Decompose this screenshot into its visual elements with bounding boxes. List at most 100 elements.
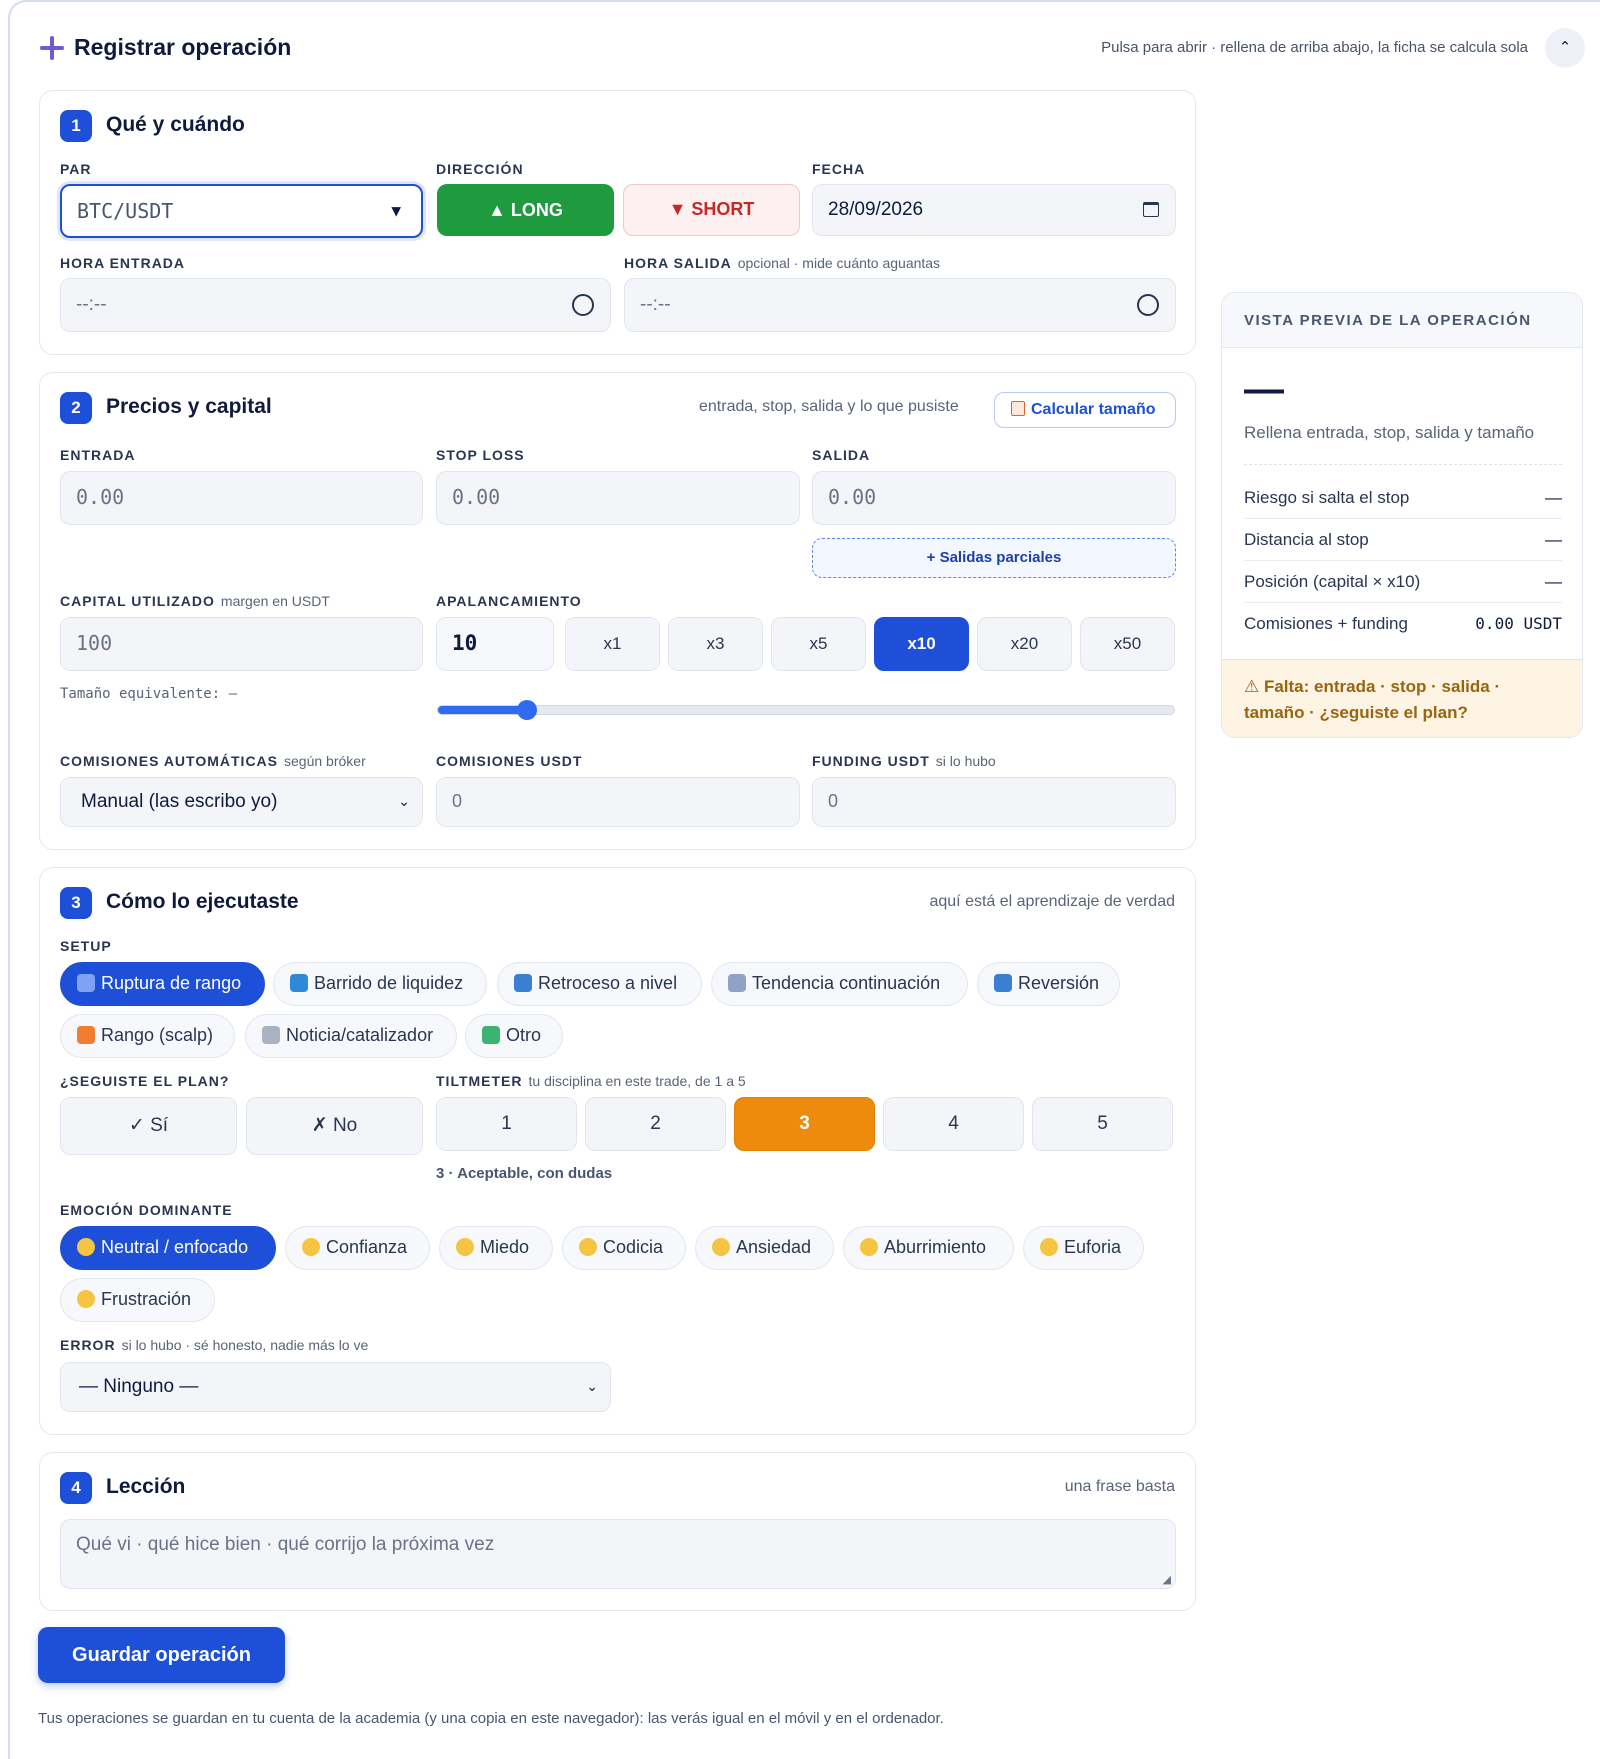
leverage-option-x1[interactable]: x1: [565, 617, 660, 671]
tiltmeter-option-4[interactable]: 4: [883, 1097, 1024, 1151]
emotion-option[interactable]: Confianza: [285, 1226, 430, 1270]
preview-row-label: Posición (capital × x10): [1244, 572, 1421, 591]
leverage-option-x50[interactable]: x50: [1080, 617, 1175, 671]
section-title: Qué y cuándo: [106, 113, 245, 136]
stop-loss-input[interactable]: 0.00: [436, 471, 800, 525]
section-hint: entrada, stop, salida y lo que pusiste: [699, 398, 959, 415]
entry-label: ENTRADA: [60, 447, 136, 463]
funding-label: FUNDING USDT si lo hubo: [812, 753, 996, 769]
entry-time-label: HORA ENTRADA: [60, 255, 186, 271]
setup-option[interactable]: Rango (scalp): [60, 1014, 235, 1058]
tiltmeter-label: TILTMETER tu disciplina en este trade, de…: [436, 1073, 746, 1089]
funding-input[interactable]: 0: [812, 777, 1176, 827]
error-select[interactable]: — Ninguno — ⌄: [60, 1362, 611, 1412]
clock-icon[interactable]: [1137, 294, 1159, 316]
emotion-option[interactable]: Codicia: [562, 1226, 686, 1270]
form-header[interactable]: Registrar operación Pulsa para abrir · r…: [40, 28, 1585, 68]
emotion-option[interactable]: Euforia: [1023, 1226, 1144, 1270]
resize-handle-icon[interactable]: ◢: [1163, 1573, 1171, 1586]
leverage-slider-thumb[interactable]: [516, 700, 537, 720]
emoji-icon: [860, 1238, 878, 1256]
fees-input[interactable]: 0: [436, 777, 800, 827]
setup-option[interactable]: Retroceso a nivel: [497, 962, 702, 1006]
emotion-option[interactable]: Miedo: [439, 1226, 553, 1270]
preview-row-label: Riesgo si salta el stop: [1244, 488, 1410, 507]
plan-no-button[interactable]: ✗ No: [246, 1097, 423, 1155]
setup-option[interactable]: Otro: [465, 1014, 563, 1058]
section-prices-capital: 2 Precios y capital entrada, stop, salid…: [39, 372, 1196, 850]
preview-row-value: —: [1545, 488, 1562, 507]
leverage-option-x20[interactable]: x20: [977, 617, 1072, 671]
setup-option[interactable]: Barrido de liquidez: [273, 962, 487, 1006]
date-input[interactable]: 28/09/2026: [812, 184, 1176, 236]
trade-preview-panel: VISTA PREVIA DE LA OPERACIÓN — Rellena e…: [1221, 292, 1583, 738]
preview-row-label: Distancia al stop: [1244, 530, 1369, 549]
emoji-icon: [456, 1238, 474, 1256]
auto-fees-select[interactable]: Manual (las escribo yo) ⌄: [60, 777, 423, 827]
setup-option[interactable]: Ruptura de rango: [60, 962, 265, 1006]
emoji-icon: [77, 1238, 95, 1256]
preview-row: Comisiones + funding 0.00 USDT: [1244, 603, 1562, 645]
emoji-icon: [1040, 1238, 1058, 1256]
step-badge: 4: [60, 1472, 92, 1504]
section-title: Cómo lo ejecutaste: [106, 890, 299, 913]
emotion-option[interactable]: Ansiedad: [695, 1226, 834, 1270]
par-select[interactable]: BTC/USDT ▼: [60, 184, 423, 238]
calc-size-button[interactable]: Calcular tamaño: [994, 392, 1176, 428]
emoji-icon: [579, 1238, 597, 1256]
leverage-option-x3[interactable]: x3: [668, 617, 763, 671]
setup-option[interactable]: Noticia/catalizador: [245, 1014, 457, 1058]
emotion-label: EMOCIÓN DOMINANTE: [60, 1202, 233, 1218]
footer-note: Tus operaciones se guardan en tu cuenta …: [38, 1710, 944, 1727]
emotion-option[interactable]: Frustración: [60, 1278, 215, 1322]
save-button[interactable]: Guardar operación: [38, 1627, 285, 1683]
page-title: Registrar operación: [74, 34, 292, 60]
section-what-when: 1 Qué y cuándo PAR BTC/USDT ▼ DIRECCIÓN …: [39, 90, 1196, 355]
short-button[interactable]: ▼ SHORT: [623, 184, 800, 236]
calendar-icon[interactable]: [1143, 202, 1159, 217]
entry-price-input[interactable]: 0.00: [60, 471, 423, 525]
tiltmeter-option-5[interactable]: 5: [1032, 1097, 1173, 1151]
exit-time-label: HORA SALIDA opcional · mide cuánto aguant…: [624, 255, 941, 271]
auto-fees-label: COMISIONES AUTOMÁTICAS según bróker: [60, 753, 366, 769]
setup-icon: [482, 1026, 500, 1044]
caret-down-icon: ▼: [391, 201, 401, 220]
leverage-option-x5[interactable]: x5: [771, 617, 866, 671]
long-button[interactable]: ▲ LONG: [437, 184, 614, 236]
equivalent-size: Tamaño equivalente: —: [60, 686, 238, 702]
exit-time-input[interactable]: --:--: [624, 278, 1176, 332]
chevron-up-icon: ⌃: [1558, 39, 1572, 56]
preview-divider: [1244, 464, 1562, 465]
setup-option[interactable]: Reversión: [977, 962, 1120, 1006]
lesson-textarea[interactable]: Qué vi · qué hice bien · qué corrijo la …: [60, 1519, 1176, 1589]
exit-price-input[interactable]: 0.00: [812, 471, 1176, 525]
setup-option[interactable]: Tendencia continuación: [711, 962, 968, 1006]
emotion-option[interactable]: Neutral / enfocado: [60, 1226, 276, 1270]
plus-icon: [40, 36, 64, 60]
leverage-option-x10[interactable]: x10: [874, 617, 969, 671]
entry-time-input[interactable]: --:--: [60, 278, 611, 332]
plan-label: ¿SEGUISTE EL PLAN?: [60, 1073, 230, 1089]
capital-input[interactable]: 100: [60, 617, 423, 671]
tiltmeter-caption: 3 · Aceptable, con dudas: [436, 1165, 613, 1182]
header-hint: Pulsa para abrir · rellena de arriba aba…: [1101, 39, 1528, 56]
preview-row-label: Comisiones + funding: [1244, 614, 1408, 633]
preview-result: —: [1244, 367, 1284, 411]
setup-icon: [77, 974, 95, 992]
section-title: Precios y capital: [106, 395, 272, 418]
tiltmeter-option-2[interactable]: 2: [585, 1097, 726, 1151]
step-badge: 2: [60, 392, 92, 424]
tiltmeter-option-1[interactable]: 1: [436, 1097, 577, 1151]
plan-yes-button[interactable]: ✓ Sí: [60, 1097, 237, 1155]
leverage-input[interactable]: 10: [436, 617, 554, 671]
tiltmeter-option-3[interactable]: 3: [734, 1097, 875, 1151]
collapse-button[interactable]: ⌃: [1545, 28, 1585, 68]
setup-icon: [290, 974, 308, 992]
leverage-slider[interactable]: [437, 700, 1175, 720]
clock-icon[interactable]: [572, 294, 594, 316]
emoji-icon: [712, 1238, 730, 1256]
emoji-icon: [302, 1238, 320, 1256]
partial-exits-button[interactable]: + Salidas parciales: [812, 538, 1176, 578]
direction-label: DIRECCIÓN: [436, 161, 524, 177]
emotion-option[interactable]: Aburrimiento: [843, 1226, 1014, 1270]
